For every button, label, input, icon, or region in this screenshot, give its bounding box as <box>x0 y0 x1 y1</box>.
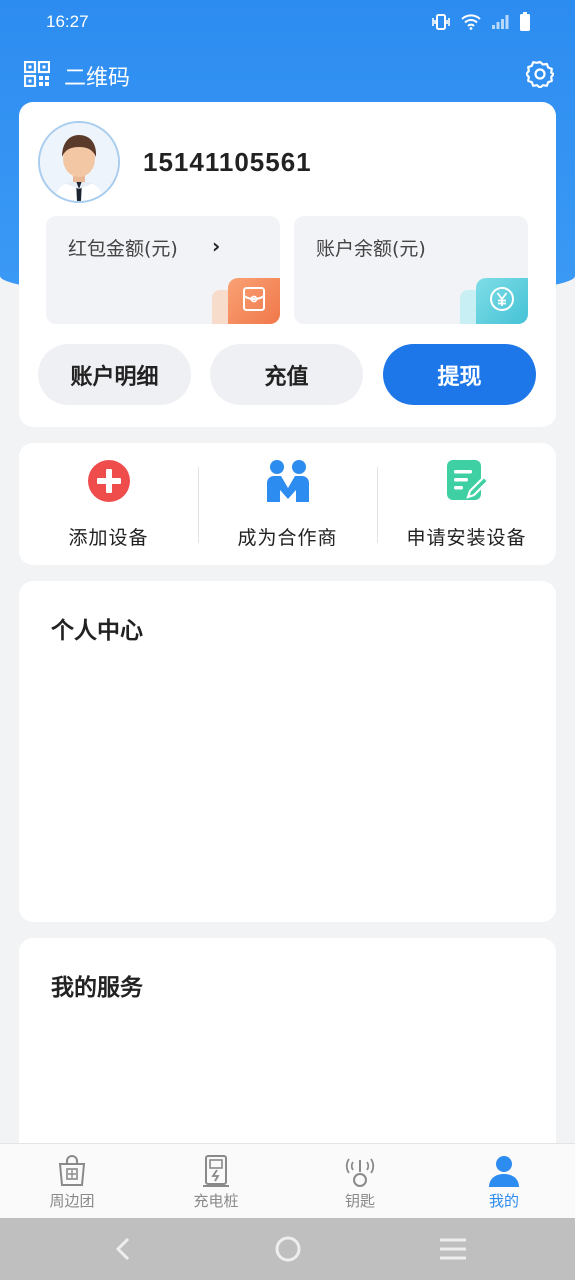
home-icon[interactable] <box>268 1234 308 1264</box>
signal-icon <box>491 14 509 34</box>
red-packet-icon <box>242 286 266 316</box>
user-icon <box>487 1154 521 1188</box>
become-partner-action[interactable]: 成为合作商 <box>198 443 377 565</box>
apply-install-label: 申请安装设备 <box>406 527 527 549</box>
tab-label: 我的 <box>488 1192 519 1210</box>
apply-edit-icon <box>444 458 490 504</box>
withdraw-button[interactable]: 提现 <box>383 344 536 405</box>
apply-install-action[interactable]: 申请安装设备 <box>377 443 556 565</box>
tab-nearby-group[interactable]: 周边团 <box>0 1144 144 1219</box>
back-icon[interactable] <box>104 1234 144 1264</box>
yen-coin-icon <box>488 285 516 317</box>
red-packet-badge <box>228 278 280 324</box>
my-services-title: 我的服务 <box>51 975 143 1001</box>
avatar[interactable] <box>38 121 120 203</box>
menu-icon[interactable] <box>433 1234 473 1264</box>
wifi-icon <box>461 14 481 34</box>
balance-card[interactable]: 账户余额(元) <box>294 216 528 324</box>
tab-label: 充电桩 <box>193 1192 239 1210</box>
qr-code-label: 二维码 <box>64 66 131 91</box>
tab-label: 钥匙 <box>344 1192 375 1210</box>
tab-charging-pile[interactable]: 充电桩 <box>144 1144 288 1219</box>
balance-label: 账户余额(元) <box>316 238 426 260</box>
key-signal-icon <box>343 1154 377 1188</box>
personal-center-title: 个人中心 <box>51 618 143 644</box>
account-details-button[interactable]: 账户明细 <box>38 344 191 405</box>
recharge-button[interactable]: 充值 <box>210 344 363 405</box>
tab-label: 周边团 <box>49 1192 95 1210</box>
settings-button[interactable] <box>525 60 555 92</box>
vibrate-icon <box>431 13 451 35</box>
avatar-illustration <box>40 123 118 201</box>
my-services-card: 我的服务 <box>19 938 556 1168</box>
red-packet-label: 红包金额(元) <box>68 238 178 260</box>
chevron-right-icon: › <box>212 234 221 258</box>
personal-center-card: 个人中心 <box>19 581 556 922</box>
gear-icon <box>525 60 555 92</box>
qr-code-button[interactable]: 二维码 <box>23 60 131 92</box>
tab-mine[interactable]: 我的 <box>432 1144 575 1219</box>
add-device-action[interactable]: 添加设备 <box>19 443 198 565</box>
bottom-tab-bar: 周边团 充电桩 钥匙 我的 <box>0 1143 575 1219</box>
become-partner-label: 成为合作商 <box>237 527 338 549</box>
top-bar: 二维码 <box>23 56 555 96</box>
system-navigation-bar <box>0 1218 575 1280</box>
profile-card: 15141105561 红包金额(元) › 账户余额(元) 账户明细 充值 提现 <box>19 102 556 427</box>
balance-badge <box>476 278 528 324</box>
phone-number: 15141105561 <box>143 147 312 177</box>
red-packet-card[interactable]: 红包金额(元) › <box>46 216 280 324</box>
battery-icon <box>519 12 531 36</box>
qr-code-icon <box>23 60 51 91</box>
add-circle-icon <box>86 458 132 504</box>
status-time: 16:27 <box>46 12 89 31</box>
status-bar: 16:27 <box>0 0 575 46</box>
quick-actions-card: 添加设备 成为合作商 申请安装设备 <box>19 443 556 565</box>
partner-icon <box>265 458 311 504</box>
add-device-label: 添加设备 <box>68 527 149 549</box>
charging-pile-icon <box>199 1154 233 1188</box>
tab-key[interactable]: 钥匙 <box>288 1144 432 1219</box>
shopping-bag-icon <box>55 1154 89 1188</box>
